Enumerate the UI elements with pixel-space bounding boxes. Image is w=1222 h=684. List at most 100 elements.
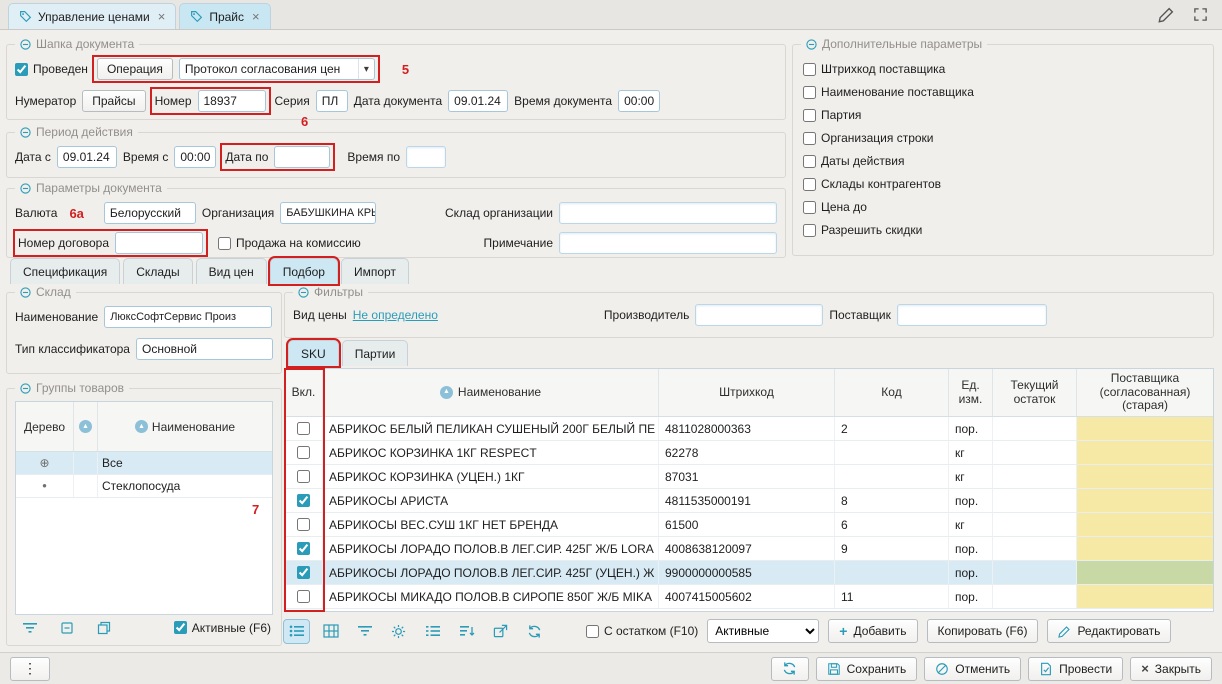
copy-button[interactable]: Копировать (F6): [927, 619, 1039, 643]
view-grid-icon[interactable]: [318, 620, 343, 643]
organization-select[interactable]: БАБУШКИНА КРЫНКА (: [280, 202, 376, 224]
table-row[interactable]: АБРИКОС КОРЗИНКА 1КГ RESPECT 62278 кг: [285, 441, 1213, 465]
time-to-input[interactable]: [406, 146, 446, 168]
sync-icon[interactable]: [522, 620, 547, 643]
date-to-input[interactable]: [274, 146, 330, 168]
sort-list-icon[interactable]: [454, 620, 479, 643]
row-include-checkbox[interactable]: [297, 494, 310, 507]
tree-node-icon[interactable]: ⊕: [39, 457, 49, 469]
numbered-list-icon[interactable]: [420, 620, 445, 643]
org-warehouse-input[interactable]: [559, 202, 777, 224]
commission-checkbox-label[interactable]: Продажа на комиссию: [218, 236, 361, 250]
extra-param-checkbox-label[interactable]: Даты действия: [803, 153, 974, 169]
extra-param-checkbox[interactable]: [803, 132, 816, 145]
table-row[interactable]: АБРИКОСЫ ВЕС.СУШ 1КГ НЕТ БРЕНДА 61500 6 …: [285, 513, 1213, 537]
tab-specification[interactable]: Спецификация: [10, 258, 120, 284]
table-row[interactable]: АБРИКОСЫ ЛОРАДО ПОЛОВ.В ЛЕГ.СИР. 425Г (У…: [285, 561, 1213, 585]
edit-button[interactable]: Редактировать: [1047, 619, 1171, 643]
save-button[interactable]: Сохранить: [816, 657, 918, 681]
collapse-section-icon[interactable]: [20, 287, 31, 298]
doc-date-input[interactable]: [448, 90, 508, 112]
row-include-checkbox[interactable]: [297, 518, 310, 531]
with-stock-checkbox-label[interactable]: С остатком (F10): [586, 624, 698, 638]
collapse-section-icon[interactable]: [20, 127, 31, 138]
extra-param-checkbox-label[interactable]: Организация строки: [803, 130, 974, 146]
doc-time-input[interactable]: [618, 90, 660, 112]
filter-icon[interactable]: [352, 620, 377, 643]
row-include-checkbox[interactable]: [297, 590, 310, 603]
edit-icon[interactable]: [1158, 6, 1175, 23]
close-button[interactable]: × Закрыть: [1130, 657, 1212, 681]
date-from-input[interactable]: [57, 146, 117, 168]
row-include-checkbox[interactable]: [297, 446, 310, 459]
number-input[interactable]: [198, 90, 266, 112]
table-row[interactable]: АБРИКОСЫ ЛОРАДО ПОЛОВ.В ЛЕГ.СИР. 425Г Ж/…: [285, 537, 1213, 561]
tab-close-icon[interactable]: ×: [252, 9, 260, 24]
series-input[interactable]: [316, 90, 348, 112]
extra-param-checkbox-label[interactable]: Склады контрагентов: [803, 176, 974, 192]
expand-all-icon[interactable]: [91, 616, 116, 639]
table-row[interactable]: АБРИКОС КОРЗИНКА (УЦЕН.) 1КГ 87031 кг: [285, 465, 1213, 489]
collapse-section-icon[interactable]: [20, 383, 31, 394]
collapse-section-icon[interactable]: [20, 183, 31, 194]
tab-close-icon[interactable]: ×: [158, 9, 166, 24]
col-header-barcode[interactable]: Штрихкод: [659, 369, 835, 416]
tab-sku[interactable]: SKU: [288, 340, 339, 366]
extra-param-checkbox[interactable]: [803, 201, 816, 214]
fullscreen-icon[interactable]: [1193, 7, 1208, 22]
extra-param-checkbox[interactable]: [803, 86, 816, 99]
row-include-checkbox[interactable]: [297, 566, 310, 579]
tree-node-icon[interactable]: ●: [42, 482, 47, 490]
window-tab-price-management[interactable]: Управление ценами ×: [8, 3, 176, 29]
posted-checkbox-label[interactable]: Проведен: [15, 62, 88, 76]
manufacturer-input[interactable]: [695, 304, 823, 326]
currency-select[interactable]: Белорусский: [104, 202, 196, 224]
add-button[interactable]: + Добавить: [828, 619, 917, 643]
supplier-input[interactable]: [897, 304, 1047, 326]
posted-checkbox[interactable]: [15, 63, 28, 76]
tab-price-types[interactable]: Вид цен: [196, 258, 267, 284]
group-row[interactable]: ● Стеклопосуда: [16, 475, 272, 498]
post-button[interactable]: Провести: [1028, 657, 1123, 681]
col-header-incl[interactable]: Вкл.: [285, 369, 323, 416]
collapse-section-icon[interactable]: [298, 287, 309, 298]
tab-warehouses[interactable]: Склады: [123, 258, 192, 284]
active-filter-select[interactable]: Активные: [707, 619, 819, 643]
col-header-supplier-price[interactable]: Поставщика (согласованная) (старая): [1077, 369, 1213, 416]
row-include-checkbox[interactable]: [297, 422, 310, 435]
collapse-section-icon[interactable]: [806, 39, 817, 50]
price-type-link[interactable]: Не определено: [353, 308, 438, 322]
time-from-input[interactable]: [174, 146, 216, 168]
menu-button[interactable]: ⋮: [10, 657, 50, 681]
cancel-button[interactable]: Отменить: [924, 657, 1021, 681]
window-tab-price[interactable]: Прайс ×: [179, 3, 270, 29]
active-groups-checkbox-label[interactable]: Активные (F6): [174, 621, 271, 635]
with-stock-checkbox[interactable]: [586, 625, 599, 638]
tab-import[interactable]: Импорт: [341, 258, 409, 284]
col-header-code[interactable]: Код: [835, 369, 949, 416]
tab-podbor[interactable]: Подбор: [270, 258, 338, 284]
col-header-unit[interactable]: Ед. изм.: [949, 369, 993, 416]
numerator-button[interactable]: Прайсы: [82, 90, 145, 112]
extra-param-checkbox-label[interactable]: Наименование поставщика: [803, 84, 974, 100]
commission-checkbox[interactable]: [218, 237, 231, 250]
extra-param-checkbox[interactable]: [803, 178, 816, 191]
operation-select[interactable]: Протокол согласования цен ▾: [179, 58, 375, 80]
contract-number-input[interactable]: [115, 232, 203, 254]
collapse-section-icon[interactable]: [20, 39, 31, 50]
extra-param-checkbox[interactable]: [803, 109, 816, 122]
col-header-name[interactable]: ▲ Наименование: [323, 369, 659, 416]
tab-batches[interactable]: Партии: [342, 340, 409, 366]
collapse-all-icon[interactable]: [54, 616, 79, 639]
groups-sort-header[interactable]: ▲: [74, 402, 98, 451]
row-include-checkbox[interactable]: [297, 470, 310, 483]
extra-param-checkbox-label[interactable]: Партия: [803, 107, 974, 123]
active-groups-checkbox[interactable]: [174, 621, 187, 634]
extra-param-checkbox[interactable]: [803, 224, 816, 237]
group-row[interactable]: ⊕ Все: [16, 452, 272, 475]
row-include-checkbox[interactable]: [297, 542, 310, 555]
warehouse-name-select[interactable]: ЛюксСофтСервис Произ: [104, 306, 272, 328]
groups-name-header[interactable]: ▲ Наименование: [98, 402, 272, 451]
extra-param-checkbox-label[interactable]: Штрихкод поставщика: [803, 61, 974, 77]
view-list-icon[interactable]: [284, 620, 309, 643]
